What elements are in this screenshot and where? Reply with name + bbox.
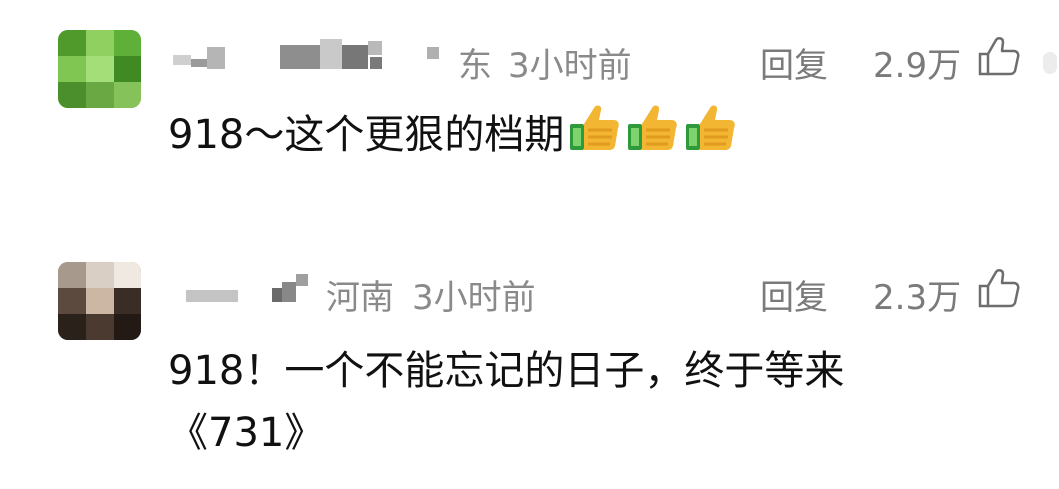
emoji-group xyxy=(568,102,742,176)
username-redacted[interactable] xyxy=(165,35,445,85)
comment-time: 3小时前 xyxy=(412,278,536,318)
comment-text: 918～这个更狠的档期 xyxy=(168,100,742,176)
comment-text-line-1: 918！一个不能忘记的日子，终于等来 xyxy=(168,348,845,394)
thumbs-up-emoji-icon xyxy=(570,105,620,150)
thumbs-up-emoji-icon xyxy=(628,105,678,150)
comment-item-1: 东 3小时前 回复 2.9万 918～这个更狠的档期 xyxy=(0,0,1059,230)
user-avatar[interactable] xyxy=(58,262,141,340)
comment-time: 3小时前 xyxy=(508,46,632,86)
thumbs-up-icon[interactable] xyxy=(978,36,1020,78)
like-count: 2.3万 xyxy=(873,278,962,318)
comment-text-line-2: 《731》 xyxy=(168,410,325,456)
thumbs-up-icon[interactable] xyxy=(978,268,1020,310)
user-avatar[interactable] xyxy=(58,30,141,108)
comment-item-2: 河南 3小时前 回复 2.3万 918！一个不能忘记的日子，终于等来 《731》 xyxy=(0,230,1059,489)
reply-button[interactable]: 回复 xyxy=(760,270,828,319)
comment-text-content: 918～这个更狠的档期 xyxy=(168,112,565,158)
username-redacted[interactable] xyxy=(180,270,320,310)
scroll-edge-marker xyxy=(1043,52,1057,74)
thumbs-up-emoji-icon xyxy=(686,105,736,150)
like-count: 2.9万 xyxy=(873,46,962,86)
comment-location: 河南 xyxy=(326,278,394,318)
comment-location: 东 xyxy=(458,46,492,86)
reply-button[interactable]: 回复 xyxy=(760,38,828,87)
